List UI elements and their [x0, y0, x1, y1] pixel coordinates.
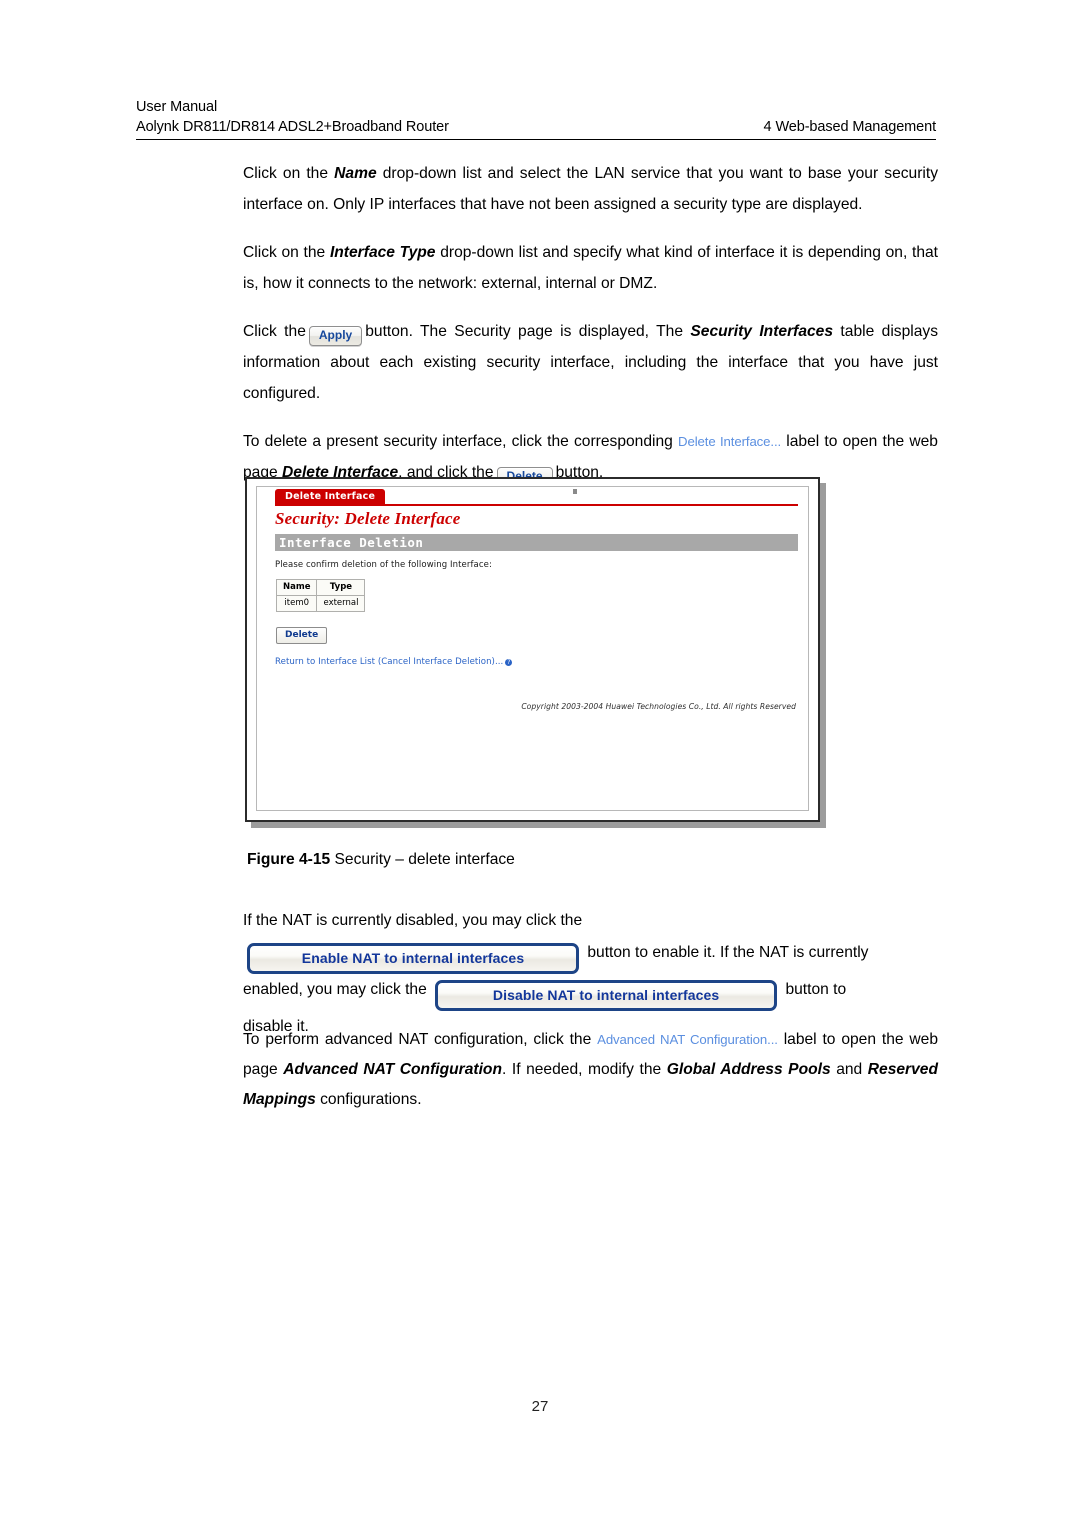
final-text-a: To perform advanced NAT configuration, c…: [243, 1031, 592, 1048]
nat-paragraph: If the NAT is currently disabled, you ma…: [243, 905, 938, 1043]
paragraph-interface-type: Click on the Interface Type drop-down li…: [243, 237, 938, 299]
p3-term-security-interfaces: Security Interfaces: [690, 323, 834, 340]
final-text-c: . If needed, modify the: [501, 1061, 667, 1078]
return-link-label: Return to Interface List (Cancel Interfa…: [275, 657, 504, 667]
delete-interface-link[interactable]: Delete Interface...: [678, 434, 781, 449]
p2-text-a: Click on the: [243, 244, 330, 261]
figure-page-title: Security: Delete Interface: [275, 509, 461, 528]
tab-delete-interface[interactable]: Delete Interface: [275, 489, 386, 505]
nat-text-line2: button to enable it. If the NAT is curre…: [587, 944, 869, 961]
p3-text-b: button. The Security page is displayed, …: [365, 323, 691, 340]
return-to-interface-list-link[interactable]: Return to Interface List (Cancel Interfa…: [275, 657, 513, 667]
enable-nat-button[interactable]: Enable NAT to internal interfaces: [247, 943, 579, 974]
column-header-type: Type: [316, 579, 366, 596]
disable-nat-button[interactable]: Disable NAT to internal interfaces: [435, 980, 778, 1011]
column-header-name: Name: [275, 579, 318, 596]
header-manual-label: User Manual: [136, 99, 218, 115]
document-page: User Manual Aolynk DR811/DR814 ADSL2+Bro…: [0, 0, 1080, 1526]
section-header-bar: Interface Deletion: [275, 534, 798, 551]
figure-frame: Delete Interface Security: Delete Interf…: [245, 477, 820, 822]
section-header-label: Interface Deletion: [279, 535, 424, 550]
p4-text-a: To delete a present security interface, …: [243, 433, 673, 450]
advanced-nat-paragraph: To perform advanced NAT configuration, c…: [243, 1025, 938, 1115]
help-icon[interactable]: ?: [505, 659, 513, 666]
p3-text-a: Click the: [243, 323, 306, 340]
paragraph-apply-button: Click the Apply button. The Security page …: [243, 316, 938, 409]
figure-screenshot: Delete Interface Security: Delete Interf…: [245, 477, 826, 828]
final-term-advanced-nat: Advanced NAT Configuration: [283, 1061, 502, 1078]
table-row: item0 external: [275, 595, 366, 612]
figure-caption-text: Security – delete interface: [330, 851, 515, 868]
cell-interface-name: item0: [275, 595, 318, 612]
final-term-global-address-pools: Global Address Pools: [666, 1061, 831, 1078]
header-chapter-name: 4 Web-based Management: [763, 119, 937, 135]
confirm-message: Please confirm deletion of the following…: [275, 560, 492, 570]
body-content: Click on the Name drop-down list and sel…: [243, 158, 938, 488]
advanced-nat-configuration-link[interactable]: Advanced NAT Configuration...: [597, 1032, 778, 1047]
final-text-e: configurations.: [315, 1091, 422, 1108]
tab-row: Delete Interface: [257, 489, 808, 505]
nat-text-line1: If the NAT is currently disabled, you ma…: [243, 912, 583, 929]
cell-interface-type: external: [316, 595, 366, 612]
nat-text-line3: enabled, you may click the: [243, 981, 427, 998]
advanced-nat-section: To perform advanced NAT configuration, c…: [243, 1025, 938, 1115]
interface-table: Name Type item0 external: [275, 579, 366, 612]
header-product-name: Aolynk DR811/DR814 ADSL2+Broadband Route…: [136, 119, 449, 135]
p2-term-interface-type: Interface Type: [329, 244, 436, 261]
running-header: User Manual Aolynk DR811/DR814 ADSL2+Bro…: [136, 98, 936, 140]
figure-caption-label: Figure 4-15: [247, 851, 331, 868]
p1-text-a: Click on the: [243, 165, 335, 182]
figure-copyright: Copyright 2003-2004 Huawei Technologies …: [521, 702, 796, 711]
figure-caption: Figure 4-15 Security – delete interface: [247, 849, 515, 871]
header-title-row: Aolynk DR811/DR814 ADSL2+Broadband Route…: [136, 117, 936, 140]
apply-button[interactable]: Apply: [308, 326, 363, 346]
p1-term-name: Name: [334, 165, 377, 182]
figure-delete-button[interactable]: Delete: [276, 627, 328, 644]
final-text-d: and: [830, 1061, 868, 1078]
router-web-page: Delete Interface Security: Delete Interf…: [256, 486, 809, 811]
page-number: 27: [531, 1398, 549, 1415]
tab-underline-rule: [275, 504, 798, 506]
table-header-row: Name Type: [275, 579, 366, 596]
nat-section: If the NAT is currently disabled, you ma…: [243, 905, 938, 1043]
paragraph-name-dropdown: Click on the Name drop-down list and sel…: [243, 158, 938, 220]
nat-text-line4: button to: [785, 981, 847, 998]
